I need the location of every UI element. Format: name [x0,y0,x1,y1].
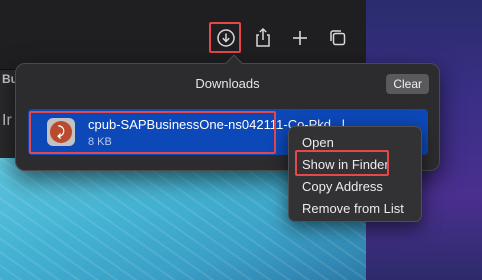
share-icon [256,27,270,47]
file-icon: ⤸ [47,118,75,146]
downloads-button[interactable] [212,24,240,52]
menu-item-copy-address[interactable]: Copy Address [289,176,421,198]
share-button[interactable] [249,24,277,52]
download-file-size: 8 KB [88,136,112,148]
tabs-overview-icon [330,30,346,46]
menu-item-open[interactable]: Open [289,132,421,154]
menu-item-remove-from-list[interactable]: Remove from List [289,198,421,220]
downloads-title: Downloads [195,76,260,91]
download-icon [217,29,235,47]
menu-item-show-in-finder[interactable]: Show in Finder [289,154,421,176]
page-cut-label: Ir [2,112,12,129]
plus-icon [293,31,307,45]
context-menu: Open Show in Finder Copy Address Remove … [288,126,422,222]
new-tab-button[interactable] [286,24,314,52]
clear-downloads-button[interactable]: Clear [386,74,429,94]
safari-toolbar [0,0,366,70]
tab-overview-button[interactable] [324,24,352,52]
installer-badge-icon: ⤸ [50,121,72,143]
screen: Bu Ir Downloads Clear ⤸ cpub-SAPBusiness… [0,0,482,280]
